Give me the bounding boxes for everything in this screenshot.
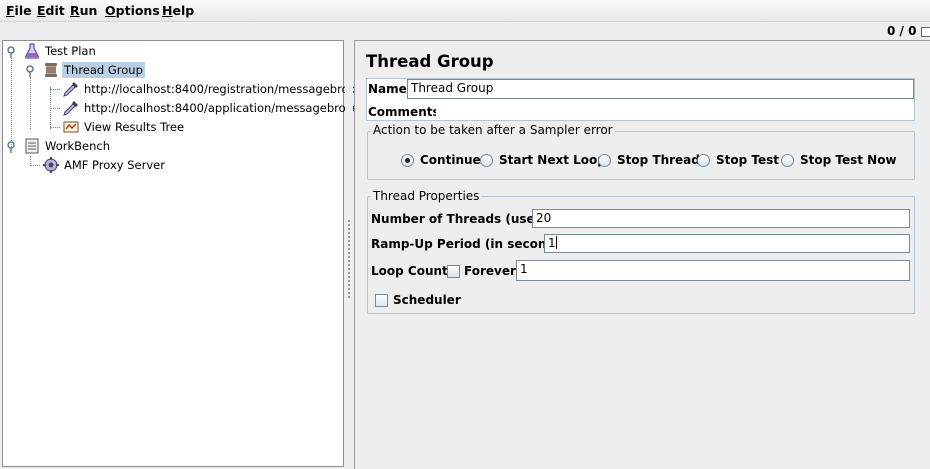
forever-label: Forever xyxy=(464,264,516,278)
expanded-toggle-icon[interactable] xyxy=(25,65,35,77)
tree-connector xyxy=(30,165,40,166)
loop-count-input[interactable]: 1 xyxy=(516,260,910,281)
radio-icon xyxy=(598,153,611,167)
comments-label: Comments: xyxy=(368,105,445,119)
test-plan-tree[interactable]: Test Plan Thread Group http://localhost:… xyxy=(2,40,393,467)
tree-item-test-plan[interactable]: Test Plan xyxy=(23,42,98,59)
notepad-icon xyxy=(23,137,41,154)
tree-connector xyxy=(50,108,60,109)
split-pane-divider[interactable] xyxy=(345,40,353,469)
radio-stop-test-now[interactable]: Stop Test Now xyxy=(781,153,897,167)
text-caret xyxy=(555,236,557,249)
radio-icon xyxy=(781,153,794,167)
menu-file[interactable]: File xyxy=(6,3,32,18)
threads-input[interactable]: 20 xyxy=(532,209,910,228)
tree-connector xyxy=(30,77,31,129)
flask-icon xyxy=(23,42,41,59)
tree-connector xyxy=(50,89,60,90)
tree-connector xyxy=(50,127,60,128)
name-label: Name: xyxy=(368,82,412,96)
radio-continue[interactable]: Continue xyxy=(401,153,481,167)
results-tree-icon xyxy=(62,118,80,135)
radio-selected-icon xyxy=(401,153,414,167)
tree-item-view-results-tree[interactable]: View Results Tree xyxy=(62,118,186,135)
radio-stop-thread[interactable]: Stop Thread xyxy=(598,153,700,167)
pipette-icon xyxy=(62,80,80,97)
status-indicator xyxy=(921,27,930,37)
loop-count-label: Loop Count: xyxy=(371,264,453,278)
gear-icon xyxy=(42,156,60,173)
menu-options[interactable]: Options xyxy=(105,3,160,18)
pipette-icon xyxy=(62,99,80,116)
scheduler-label: Scheduler xyxy=(393,293,461,307)
forever-checkbox[interactable] xyxy=(447,265,460,278)
rampup-label: Ramp-Up Period (in seconds): xyxy=(371,237,573,251)
threads-label: Number of Threads (users): xyxy=(371,212,559,226)
radio-icon xyxy=(697,153,710,167)
tree-item-sampler[interactable]: http://localhost:8400/application/messag… xyxy=(62,99,392,116)
menu-run[interactable]: Run xyxy=(70,3,97,18)
tree-item-amf-proxy-server[interactable]: AMF Proxy Server xyxy=(42,156,167,173)
running-counter: 0 / 0 xyxy=(887,24,917,38)
expanded-toggle-icon[interactable] xyxy=(6,141,16,153)
thread-properties-title: Thread Properties xyxy=(371,189,482,203)
radio-start-next-loop[interactable]: Start Next Loop xyxy=(480,153,606,167)
menu-help[interactable]: Help xyxy=(162,3,194,18)
panel-title: Thread Group xyxy=(366,52,494,71)
tree-item-workbench[interactable]: WorkBench xyxy=(23,137,112,154)
menu-bar: File Edit Run Options Help xyxy=(0,0,930,22)
radio-stop-test[interactable]: Stop Test xyxy=(697,153,779,167)
radio-icon xyxy=(480,153,493,167)
toolbar-strip xyxy=(0,22,930,40)
menu-edit[interactable]: Edit xyxy=(37,3,65,18)
rampup-input[interactable]: 1 xyxy=(544,234,910,253)
comments-input[interactable] xyxy=(436,103,914,120)
tree-item-thread-group[interactable]: Thread Group xyxy=(42,61,145,78)
name-input[interactable]: Thread Group xyxy=(407,79,914,99)
scheduler-checkbox[interactable] xyxy=(375,294,388,307)
expanded-toggle-icon[interactable] xyxy=(6,46,16,58)
sampler-error-title: Action to be taken after a Sampler error xyxy=(371,123,615,137)
spool-icon xyxy=(42,61,60,78)
tree-connector xyxy=(11,58,12,147)
